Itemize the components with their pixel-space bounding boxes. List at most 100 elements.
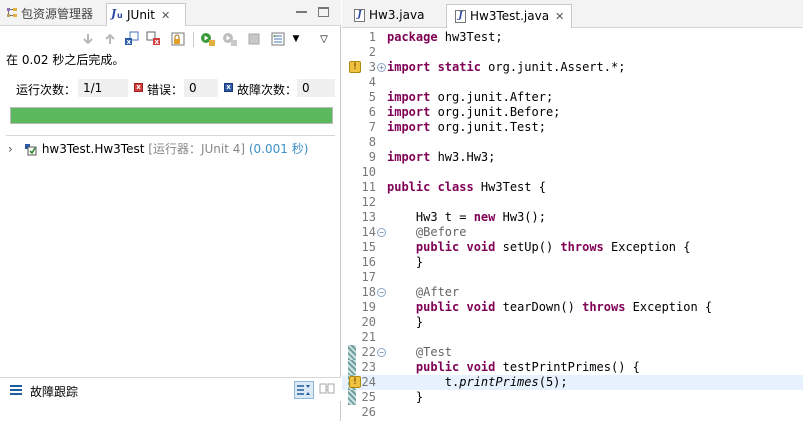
- code-line[interactable]: 7 import org.junit.Test;: [342, 120, 803, 135]
- code-line[interactable]: 13 Hw3 t = new Hw3();: [342, 210, 803, 225]
- line-number: 14: [361, 225, 376, 239]
- close-icon[interactable]: ✕: [161, 9, 170, 22]
- code-editor[interactable]: 1 package hw3Test; 2! 3 + import static org.j…: [342, 29, 803, 421]
- code-line[interactable]: 1 package hw3Test;: [342, 30, 803, 45]
- code-line[interactable]: 23 public void testPrintPrimes() {: [342, 360, 803, 375]
- code-line[interactable]: 26: [342, 405, 803, 420]
- failures-value: 0: [297, 79, 335, 97]
- code-line[interactable]: 12: [342, 195, 803, 210]
- code-text[interactable]: public void setUp() throws Exception {: [387, 240, 691, 255]
- tab-hw3test-java[interactable]: J Hw3Test.java ✕: [446, 4, 572, 28]
- expand-fold-icon[interactable]: +: [377, 63, 386, 72]
- close-icon[interactable]: ✕: [555, 10, 564, 23]
- tab-package-explorer-label: 包资源管理器: [21, 7, 94, 21]
- test-suite-ok-icon: [24, 143, 38, 157]
- code-text[interactable]: public void testPrintPrimes() {: [387, 360, 640, 375]
- failure-trace-title: 故障跟踪: [30, 385, 79, 399]
- rerun-failures-first-icon[interactable]: [222, 31, 238, 47]
- failures-label: 故障次数：: [237, 83, 298, 97]
- tab-hw3-java[interactable]: J Hw3.java: [346, 4, 444, 28]
- code-line[interactable]: 16 }: [342, 255, 803, 270]
- counter-panel: 运行次数： 1/1 x 错误： 0 x 故障次数： 0: [6, 77, 335, 101]
- maximize-icon[interactable]: [318, 7, 329, 17]
- coverage-marker: [348, 345, 356, 360]
- line-number: 25: [361, 390, 376, 404]
- code-line[interactable]: 2: [342, 45, 803, 60]
- stop-icon[interactable]: [246, 31, 262, 47]
- code-line[interactable]: 6 import org.junit.Before;: [342, 105, 803, 120]
- svg-text:x: x: [127, 38, 132, 46]
- code-line[interactable]: 4: [342, 75, 803, 90]
- test-progress-bar: [10, 107, 333, 124]
- line-number: 17: [361, 270, 376, 284]
- code-line[interactable]: ! 24 t.printPrimes(5);: [342, 375, 803, 390]
- line-number: 24: [361, 375, 376, 389]
- rerun-test-icon[interactable]: [200, 31, 216, 47]
- tab-junit[interactable]: Ju JUnit ✕: [106, 3, 186, 26]
- collapse-fold-icon[interactable]: −: [377, 228, 386, 237]
- compare-result-button[interactable]: [318, 381, 338, 399]
- line-number: 4: [368, 75, 376, 89]
- previous-failure-button[interactable]: [102, 31, 118, 47]
- svg-text:x: x: [155, 38, 160, 46]
- run-status-text: 在 0.02 秒之后完成。: [6, 53, 125, 67]
- collapse-fold-icon[interactable]: −: [377, 348, 386, 357]
- code-line[interactable]: 11 public class Hw3Test {: [342, 180, 803, 195]
- test-run-history-icon[interactable]: [270, 31, 286, 47]
- code-line[interactable]: 10: [342, 165, 803, 180]
- code-text[interactable]: import org.junit.Before;: [387, 105, 560, 120]
- code-line[interactable]: 15 public void setUp() throws Exception …: [342, 240, 803, 255]
- code-line[interactable]: 20 }: [342, 315, 803, 330]
- code-line[interactable]: 9 import hw3.Hw3;: [342, 150, 803, 165]
- java-file-icon: J: [354, 9, 365, 22]
- line-number: 21: [361, 330, 376, 344]
- code-text[interactable]: }: [387, 315, 423, 330]
- code-text[interactable]: }: [387, 390, 423, 405]
- code-text[interactable]: @After: [387, 285, 459, 300]
- code-text[interactable]: import org.junit.After;: [387, 90, 553, 105]
- test-tree-item[interactable]: › hw3Test.Hw3Test [运行器：JUnit 4] (0.001 秒…: [8, 140, 308, 156]
- code-line[interactable]: 17: [342, 270, 803, 285]
- errors-value: 0: [184, 79, 218, 97]
- code-line[interactable]: 18− @After: [342, 285, 803, 300]
- editor-tab-bar: J Hw3.java J Hw3Test.java ✕: [342, 0, 803, 28]
- code-line[interactable]: 22− @Test: [342, 345, 803, 360]
- code-text[interactable]: package hw3Test;: [387, 30, 503, 45]
- next-failure-button[interactable]: [80, 31, 96, 47]
- code-line[interactable]: 8: [342, 135, 803, 150]
- filter-stack-trace-button[interactable]: [294, 381, 314, 399]
- code-text[interactable]: t.printPrimes(5);: [387, 375, 568, 390]
- line-number: 10: [361, 165, 376, 179]
- code-text[interactable]: public class Hw3Test {: [387, 180, 546, 195]
- history-dropdown-icon[interactable]: ▼: [288, 31, 304, 47]
- code-text[interactable]: import hw3.Hw3;: [387, 150, 495, 165]
- tab-package-explorer[interactable]: 包资源管理器: [6, 3, 93, 26]
- code-text[interactable]: import org.junit.Test;: [387, 120, 546, 135]
- junit-toolbar: x x ▼ ▽: [0, 27, 341, 51]
- code-text[interactable]: public void tearDown() throws Exception …: [387, 300, 712, 315]
- line-number: 9: [368, 150, 376, 164]
- line-number: 23: [361, 360, 376, 374]
- code-line[interactable]: ! 3 + import static org.junit.Assert.*;: [342, 60, 803, 75]
- expand-arrow-icon[interactable]: ›: [8, 142, 20, 156]
- code-line[interactable]: 14− @Before: [342, 225, 803, 240]
- show-failures-only-icon[interactable]: x: [124, 31, 140, 47]
- code-text[interactable]: Hw3 t = new Hw3();: [387, 210, 546, 225]
- code-line[interactable]: 25 }: [342, 390, 803, 405]
- code-text[interactable]: }: [387, 255, 423, 270]
- coverage-marker: [348, 390, 356, 405]
- progress-fill: [11, 108, 332, 123]
- code-text[interactable]: @Before: [387, 225, 467, 240]
- show-skipped-icon[interactable]: x: [146, 31, 162, 47]
- scroll-lock-icon[interactable]: [170, 31, 186, 47]
- code-text[interactable]: import static org.junit.Assert.*;: [387, 60, 625, 75]
- view-menu-icon[interactable]: ▽: [316, 31, 332, 47]
- code-text[interactable]: @Test: [387, 345, 452, 360]
- collapse-fold-icon[interactable]: −: [377, 288, 386, 297]
- code-line[interactable]: 5 import org.junit.After;: [342, 90, 803, 105]
- line-number: 3: [368, 60, 376, 74]
- junit-icon: Ju: [109, 5, 124, 27]
- code-line[interactable]: 21: [342, 330, 803, 345]
- minimize-icon[interactable]: [296, 7, 307, 13]
- code-line[interactable]: 19 public void tearDown() throws Excepti…: [342, 300, 803, 315]
